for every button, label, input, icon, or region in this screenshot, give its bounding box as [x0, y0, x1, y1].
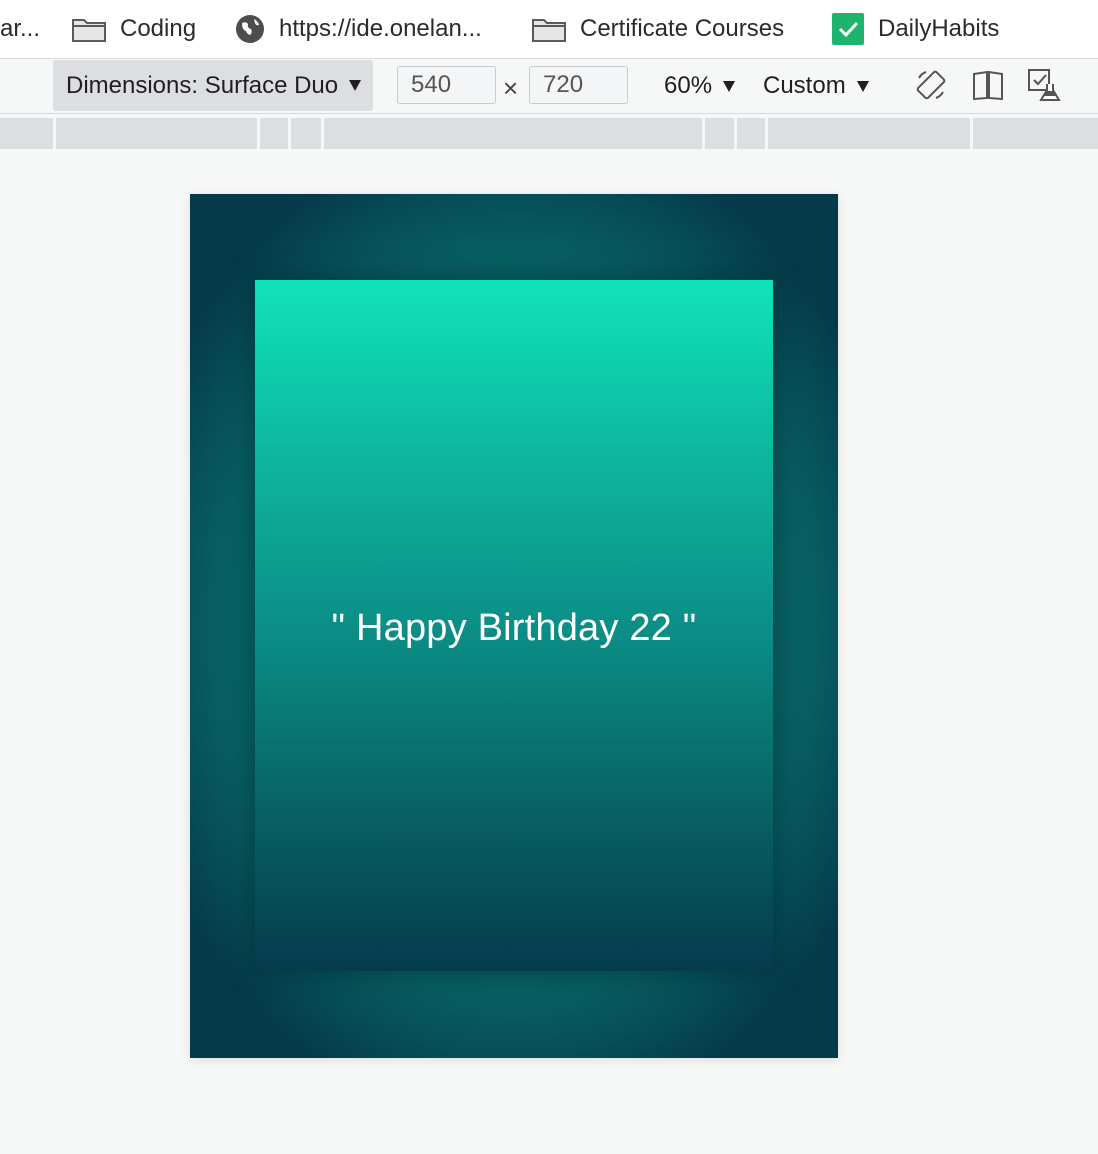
- dimensions-label: Dimensions: Surface Duo: [66, 71, 339, 99]
- ruler-divider: [734, 118, 737, 149]
- dimensions-dropdown[interactable]: Dimensions: Surface Duo: [53, 60, 373, 111]
- bookmark-coding[interactable]: Coding: [72, 0, 196, 58]
- bookmark-label: https://ide.onelan...: [279, 15, 482, 42]
- bookmarks-bar: ar... Coding https://ide.onelan... Certi…: [0, 0, 1098, 59]
- birthday-greeting: " Happy Birthday 22 ": [331, 607, 697, 649]
- bookmark-truncated[interactable]: ar...: [0, 0, 40, 58]
- device-viewport[interactable]: " Happy Birthday 22 ": [190, 194, 838, 1058]
- book-icon: [973, 70, 1003, 100]
- rotate-icon: [916, 70, 946, 100]
- height-input[interactable]: [529, 66, 628, 104]
- device-posture-icon: [1028, 69, 1061, 101]
- bookmark-label: DailyHabits: [878, 15, 1000, 42]
- folder-icon: [72, 16, 106, 42]
- globe-icon: [235, 14, 265, 44]
- folder-icon: [532, 16, 566, 42]
- ruler-divider: [321, 118, 324, 149]
- throttling-dropdown[interactable]: Custom: [763, 59, 869, 113]
- dual-screen-button[interactable]: [971, 68, 1005, 102]
- ruler-divider: [702, 118, 705, 149]
- ruler-divider: [970, 118, 973, 149]
- bookmark-label: ar...: [0, 15, 41, 42]
- width-input[interactable]: [397, 66, 496, 104]
- throttling-label: Custom: [763, 72, 846, 99]
- caret-down-icon: [349, 80, 362, 91]
- media-query-ruler[interactable]: [0, 118, 1098, 149]
- zoom-label: 60%: [664, 72, 713, 99]
- ruler-divider: [257, 118, 260, 149]
- ruler-divider: [288, 118, 291, 149]
- ruler-divider: [765, 118, 768, 149]
- sensors-button[interactable]: [1027, 68, 1061, 102]
- device-toolbar: Dimensions: Surface Duo × 60% Custom: [0, 59, 1098, 114]
- caret-down-icon: [856, 80, 869, 92]
- caret-down-icon: [723, 80, 736, 92]
- bookmark-label: Certificate Courses: [580, 15, 785, 42]
- green-check-icon: [832, 13, 864, 45]
- dimension-separator: ×: [503, 73, 519, 103]
- bookmark-certificate-courses[interactable]: Certificate Courses: [532, 0, 784, 58]
- birthday-card: " Happy Birthday 22 ": [255, 280, 773, 971]
- bookmark-onelang[interactable]: https://ide.onelan...: [235, 0, 482, 58]
- bookmark-dailyhabits[interactable]: DailyHabits: [832, 0, 999, 58]
- zoom-dropdown[interactable]: 60%: [664, 59, 736, 113]
- bookmark-label: Coding: [120, 15, 197, 42]
- rotate-button[interactable]: [914, 68, 948, 102]
- ruler-divider: [53, 118, 56, 149]
